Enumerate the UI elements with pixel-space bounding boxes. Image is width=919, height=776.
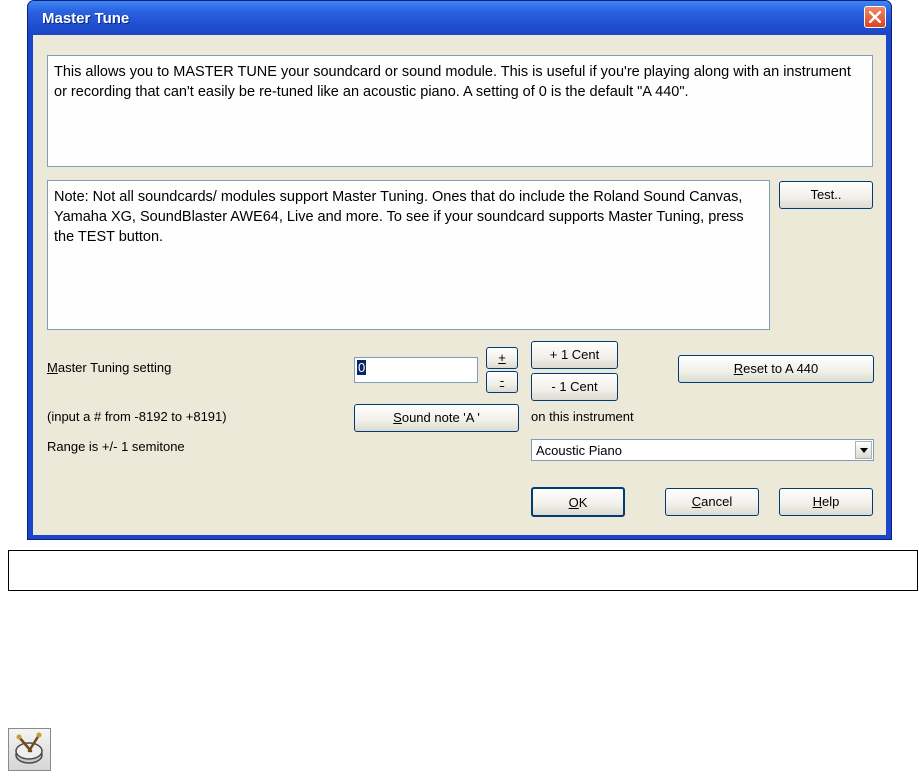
minus-one-cent-label: - 1 Cent	[551, 379, 598, 394]
plus-one-cent-label: + 1 Cent	[549, 347, 600, 362]
title-bar[interactable]: Master Tune	[28, 1, 891, 35]
plus-one-cent-button[interactable]: + 1 Cent	[531, 341, 618, 369]
minus-one-cent-button[interactable]: - 1 Cent	[531, 373, 618, 401]
ok-button[interactable]: OK	[531, 487, 625, 517]
decrement-label: -	[499, 373, 505, 388]
range-hint: Range is +/- 1 semitone	[47, 439, 185, 454]
drum-icon	[15, 732, 43, 764]
dialog-body: This allows you to MASTER TUNE your soun…	[33, 35, 886, 535]
increment-button[interactable]: +	[486, 347, 518, 369]
instrument-value: Acoustic Piano	[536, 443, 622, 458]
reset-button[interactable]: Reset to A 440	[678, 355, 874, 383]
sound-note-label: Sound note 'A '	[393, 410, 480, 425]
chevron-down-icon	[860, 448, 868, 453]
reset-button-label: Reset to A 440	[733, 361, 819, 376]
input-range-hint: (input a # from -8192 to +8191)	[47, 409, 227, 424]
master-tuning-input[interactable]: 0	[354, 357, 478, 383]
close-button[interactable]	[864, 6, 886, 28]
help-button-label: Help	[812, 494, 840, 509]
instrument-dropdown-button[interactable]	[855, 441, 872, 459]
cancel-button-label: Cancel	[691, 494, 733, 509]
window-title: Master Tune	[42, 10, 130, 27]
ok-button-label: OK	[568, 495, 588, 510]
cancel-button[interactable]: Cancel	[665, 488, 759, 516]
master-tune-window: Master Tune This allows you to MASTER TU…	[27, 0, 892, 540]
app-icon[interactable]	[8, 728, 51, 771]
help-button[interactable]: Help	[779, 488, 873, 516]
instrument-select[interactable]: Acoustic Piano	[531, 439, 874, 461]
increment-label: +	[498, 350, 506, 365]
caption-box	[8, 550, 918, 591]
close-icon	[869, 11, 881, 23]
test-button-label: Test..	[810, 187, 842, 202]
instrument-label: on this instrument	[531, 409, 634, 424]
test-button[interactable]: Test..	[779, 181, 873, 209]
decrement-button[interactable]: -	[486, 371, 518, 393]
description-text: This allows you to MASTER TUNE your soun…	[47, 55, 873, 167]
master-tuning-value: 0	[357, 360, 367, 375]
sound-note-button[interactable]: Sound note 'A '	[354, 404, 519, 432]
master-tuning-label: Master Tuning setting	[47, 360, 172, 375]
note-text: Note: Not all soundcards/ modules suppor…	[47, 180, 770, 330]
